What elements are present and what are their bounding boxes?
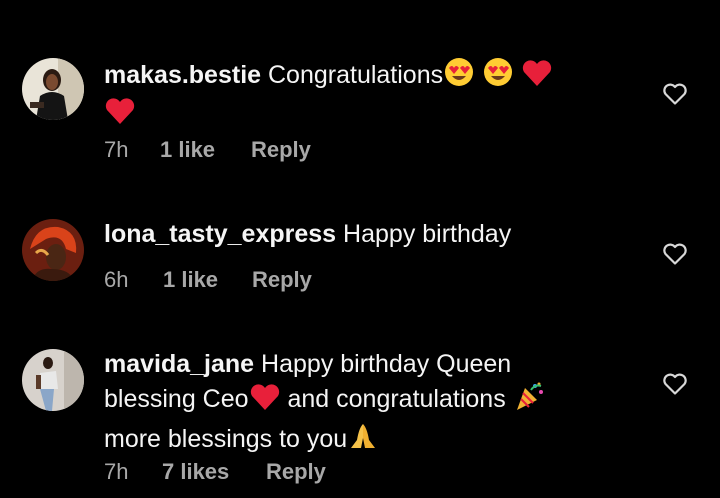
likes-count[interactable]: 1 like bbox=[163, 267, 252, 293]
comment-meta: 6h 1 like Reply bbox=[104, 267, 312, 293]
timestamp: 7h bbox=[104, 137, 129, 162]
avatar[interactable] bbox=[22, 349, 84, 411]
reply-button[interactable]: Reply bbox=[251, 137, 311, 163]
reply-button[interactable]: Reply bbox=[266, 459, 326, 485]
username[interactable]: mavida_jane bbox=[104, 350, 254, 378]
comment-meta: 7h 1 like Reply bbox=[104, 137, 311, 163]
reply-button[interactable]: Reply bbox=[252, 267, 312, 293]
like-heart-icon[interactable] bbox=[662, 372, 688, 396]
comment-text: makas.bestie Congratulations bbox=[104, 56, 614, 134]
username[interactable]: makas.bestie bbox=[104, 61, 261, 89]
comment-body-line2a: blessing Ceo bbox=[104, 385, 249, 413]
red-heart-emoji-icon bbox=[249, 382, 281, 420]
party-popper-emoji-icon bbox=[513, 380, 545, 420]
comment-body-line1: Happy birthday Queen bbox=[261, 350, 512, 378]
username[interactable]: lona_tasty_express bbox=[104, 220, 336, 248]
folded-hands-emoji-icon bbox=[347, 420, 379, 460]
like-heart-icon[interactable] bbox=[662, 242, 688, 266]
comment-body: Congratulations bbox=[268, 61, 444, 89]
like-heart-icon[interactable] bbox=[662, 82, 688, 106]
comment-body-line2b: and congratulations bbox=[287, 385, 506, 413]
likes-count[interactable]: 7 likes bbox=[162, 459, 266, 485]
timestamp: 7h bbox=[104, 459, 129, 484]
comment-text: lona_tasty_express Happy birthday bbox=[104, 218, 614, 250]
comment-meta: 7h 7 likes Reply bbox=[104, 459, 326, 485]
avatar[interactable] bbox=[22, 219, 84, 281]
comment-text: mavida_jane Happy birthday Queen blessin… bbox=[104, 348, 614, 460]
likes-count[interactable]: 1 like bbox=[160, 137, 251, 163]
red-heart-emoji-icon bbox=[521, 58, 553, 96]
heart-eyes-emoji-icon bbox=[443, 56, 475, 96]
comment-body: Happy birthday bbox=[343, 220, 512, 248]
avatar[interactable] bbox=[22, 58, 84, 120]
timestamp: 6h bbox=[104, 267, 129, 292]
heart-eyes-emoji-icon bbox=[482, 56, 514, 96]
red-heart-emoji-icon bbox=[104, 96, 136, 134]
comment-body-line3: more blessings to you bbox=[104, 425, 348, 453]
